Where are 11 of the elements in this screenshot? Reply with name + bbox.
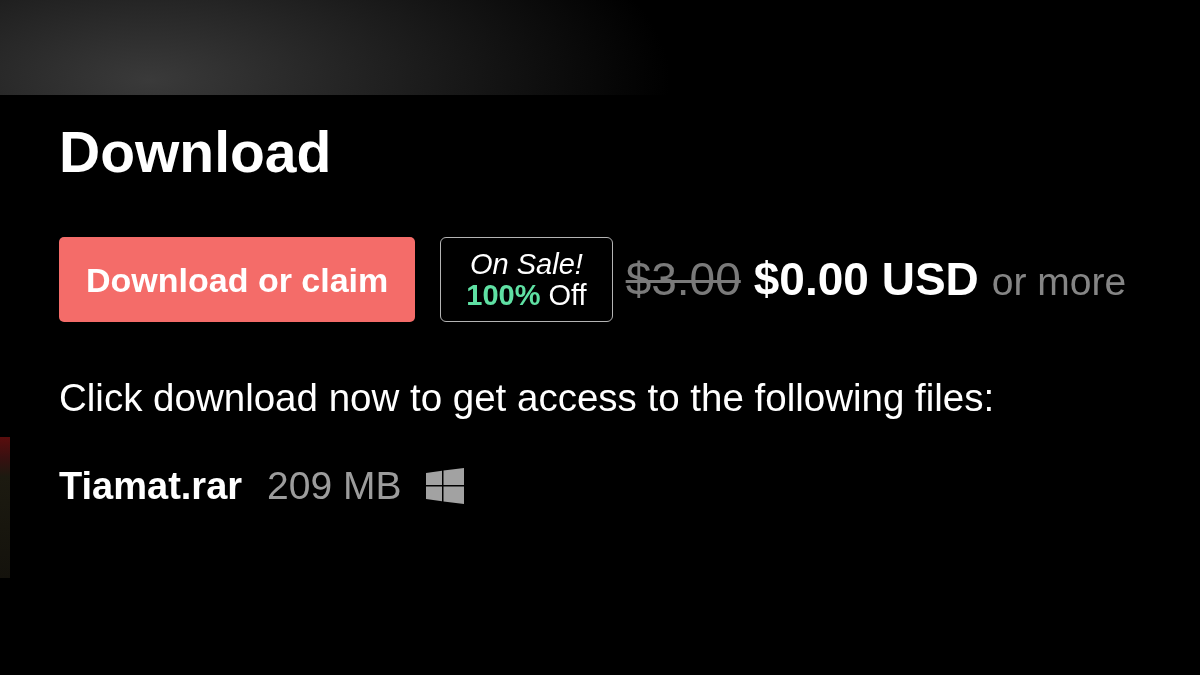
file-name: Tiamat.rar: [59, 464, 243, 509]
sale-price: $0.00 USD: [753, 253, 979, 306]
section-heading: Download: [59, 119, 333, 186]
discount-text: 100% Off: [466, 279, 587, 311]
four-panes-icon: [426, 468, 465, 504]
instructions-text: Click download now to get access to the following files:: [59, 375, 996, 421]
sale-label: On Sale!: [470, 248, 583, 280]
download-button[interactable]: Download or claim: [59, 237, 416, 322]
price-suffix: or more: [991, 260, 1127, 305]
file-size: 209 MB: [267, 463, 402, 509]
original-price: $3.00: [625, 253, 741, 306]
